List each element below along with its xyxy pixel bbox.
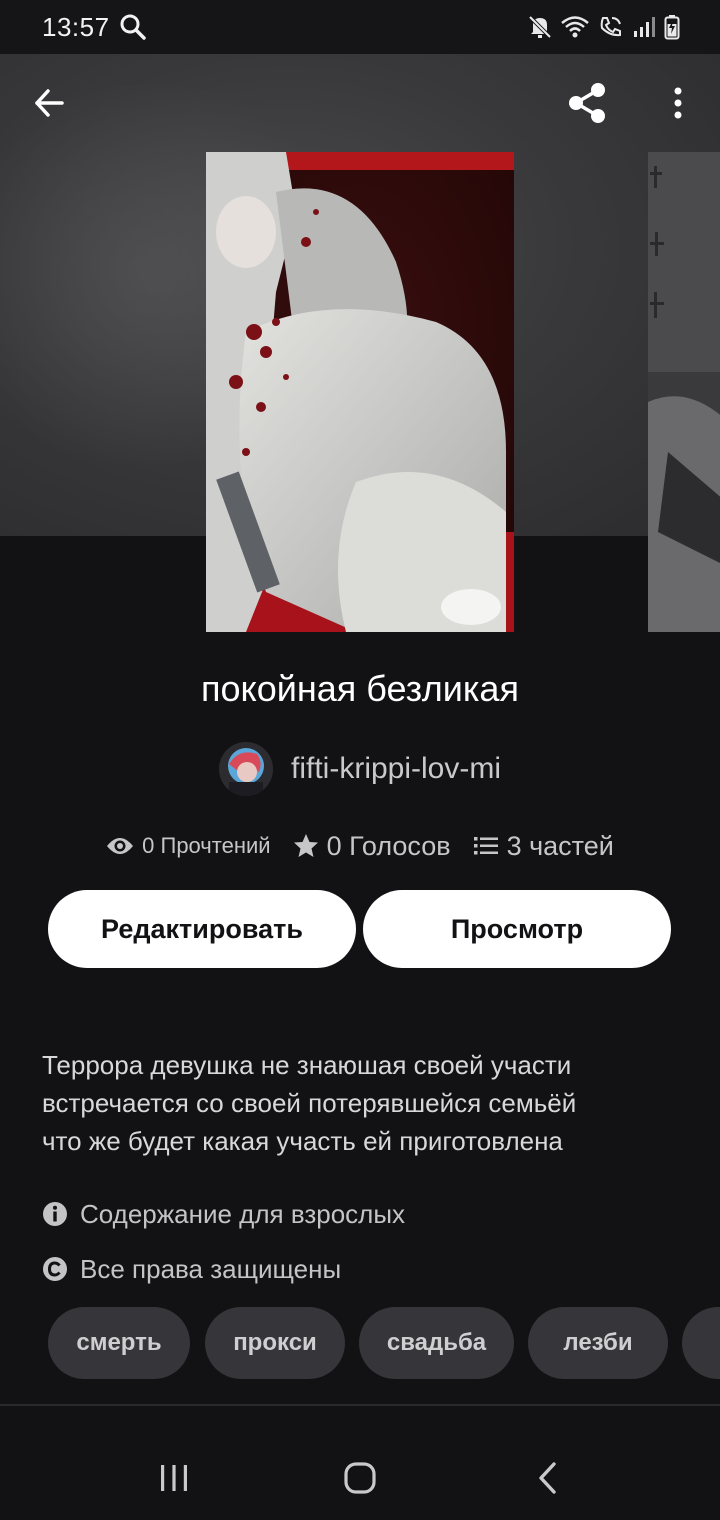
- tag-chip[interactable]: смерть: [48, 1307, 190, 1379]
- wifi-icon: [561, 16, 589, 38]
- recent-apps-button[interactable]: [139, 1450, 209, 1506]
- back-arrow-icon: [35, 89, 64, 117]
- back-icon: [539, 1462, 556, 1494]
- share-icon: [569, 83, 605, 123]
- battery-icon: [664, 15, 680, 40]
- search-icon: [120, 14, 146, 40]
- system-back-button[interactable]: [513, 1450, 583, 1506]
- view-button[interactable]: Просмотр: [363, 890, 671, 968]
- copyright-icon: [43, 1257, 67, 1281]
- edit-button[interactable]: Редактировать: [48, 890, 356, 968]
- status-time: 13:57: [42, 12, 110, 42]
- story-title: покойная безликая: [201, 668, 519, 709]
- tag-chip[interactable]: прокси: [205, 1307, 345, 1379]
- stat-reads: 0 Прочтений: [106, 833, 271, 859]
- story-stats: 0 Прочтений 0 Голосов 3 частей: [0, 826, 720, 866]
- status-icons: [528, 12, 680, 42]
- copyright-notice: Все права защищены: [42, 1249, 341, 1289]
- list-icon: [473, 837, 498, 855]
- tag-list: смерть прокси свадьба лезби: [48, 1307, 720, 1379]
- home-button[interactable]: [325, 1450, 395, 1506]
- parts-count: 3 частей: [506, 830, 614, 861]
- reads-count: 0 Прочтений: [142, 833, 271, 858]
- tag-chip[interactable]: свадьба: [359, 1307, 514, 1379]
- author-link[interactable]: fifti-krippi-lov-mi: [0, 740, 720, 798]
- story-cover-image[interactable]: [206, 152, 514, 632]
- share-button[interactable]: [560, 76, 614, 130]
- status-bar: 13:57: [0, 0, 720, 54]
- story-description: Террора девушка не знаюшая своей участи …: [42, 1050, 577, 1156]
- eye-icon: [107, 838, 134, 854]
- next-story-cover-image[interactable]: [648, 152, 720, 632]
- stat-parts: 3 частей: [473, 831, 614, 862]
- system-nav-bar: [0, 1436, 720, 1520]
- star-icon: [293, 834, 318, 857]
- more-options-button[interactable]: [660, 76, 696, 130]
- mature-content-label: Содержание для взрослых: [80, 1198, 406, 1229]
- signal-icon: [634, 17, 655, 37]
- wifi-call-icon: [600, 17, 621, 37]
- tag-chip-overflow[interactable]: [682, 1307, 720, 1379]
- home-icon: [344, 1462, 376, 1494]
- author-avatar[interactable]: [219, 742, 273, 796]
- more-vertical-icon: [674, 87, 682, 119]
- back-button[interactable]: [22, 76, 76, 130]
- tag-chip[interactable]: лезби: [528, 1307, 668, 1379]
- votes-count: 0 Голосов: [326, 830, 451, 861]
- mute-icon: [528, 15, 552, 39]
- section-divider: [0, 1404, 720, 1406]
- recent-apps-icon: [161, 1465, 187, 1491]
- stat-votes: 0 Голосов: [293, 831, 451, 862]
- info-icon: [43, 1202, 67, 1226]
- copyright-label: Все права защищены: [80, 1253, 342, 1284]
- author-name[interactable]: fifti-krippi-lov-mi: [291, 752, 501, 786]
- mature-content-notice: Содержание для взрослых: [42, 1194, 405, 1234]
